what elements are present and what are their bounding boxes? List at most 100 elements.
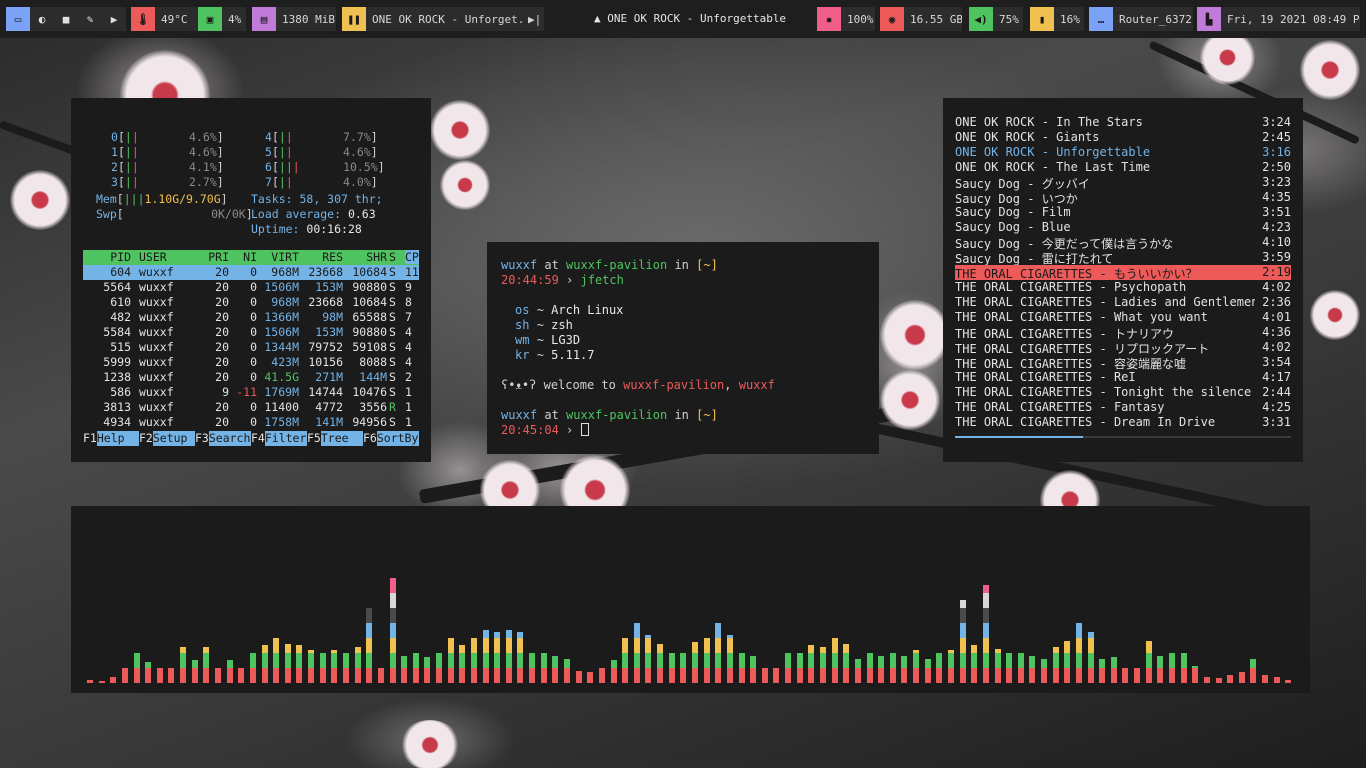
cpu-widget[interactable]: ▣ 4% [198, 7, 246, 31]
browser-icon[interactable]: ◐ [30, 7, 54, 31]
table-cell: 423M [271, 355, 299, 369]
visualizer-segment [645, 638, 651, 653]
track-item[interactable]: Saucy Dog - グッバイ 3:23 [955, 175, 1291, 191]
fkey-help-key[interactable]: F1 [83, 431, 97, 446]
visualizer-bar [773, 668, 779, 683]
text-cursor[interactable] [580, 423, 589, 436]
track-item[interactable]: THE ORAL CIGARETTES - Dream In Drive 3:31 [955, 415, 1291, 430]
clock-widget[interactable]: ▙ Fri, 19 2021 08:49 PM [1197, 7, 1360, 31]
fetch-line-os: os ~ Arch Linux [515, 303, 623, 317]
fkey-setup-label[interactable]: Setup [152, 431, 195, 446]
column-header-shr[interactable]: SHR [341, 250, 387, 264]
track-item[interactable]: Saucy Dog - Blue 4:23 [955, 220, 1291, 235]
track-item[interactable]: THE ORAL CIGARETTES - リプロックアート 4:02 [955, 340, 1291, 356]
visualizer-segment [645, 668, 651, 683]
column-header-virt[interactable]: VIRT [253, 250, 299, 264]
playback-progress-bar[interactable] [955, 436, 1291, 438]
visualizer-segment [564, 659, 570, 668]
visualizer-bar [145, 662, 151, 683]
track-item[interactable]: THE ORAL CIGARETTES - Ladies and Gentlem… [955, 295, 1291, 310]
track-item[interactable]: THE ORAL CIGARETTES - もういいかい？ 2:19 [955, 265, 1291, 281]
track-item[interactable]: ONE OK ROCK - In The Stars 3:24 [955, 115, 1291, 130]
column-header-s[interactable]: S [389, 250, 401, 264]
table-row[interactable]: 1238 wuxxf 20 0 41.5G 271M 144M S 2 [83, 370, 419, 385]
track-item[interactable]: Saucy Dog - 雷に打たれて 3:59 [955, 250, 1291, 266]
disk-widget[interactable]: ◉ 16.55 GB [880, 7, 962, 31]
battery-widget[interactable]: ▮ 16% [1030, 7, 1084, 31]
table-row[interactable]: 604 wuxxf 20 0 968M 23668 10684 S 11 [83, 265, 419, 280]
music-playlist-window[interactable]: ONE OK ROCK - In The Stars 3:24 ONE OK ROC… [943, 98, 1303, 462]
visualizer-segment [459, 653, 465, 668]
fkey-setup-key[interactable]: F2 [139, 431, 153, 446]
fkey-tree-label[interactable]: Tree [320, 431, 363, 446]
htop-window[interactable]: 0[|| 4.6%] 1[|| 4.6%] 2[|| 4.1%] 3[|| 2.7%] 4[||… [71, 98, 431, 462]
temperature-widget[interactable]: 🌡 49°C [131, 7, 201, 31]
table-row[interactable]: 4934 wuxxf 20 0 1758M 141M 94956 S 1 [83, 415, 419, 430]
column-header-res[interactable]: RES [303, 250, 343, 264]
wifi-widget[interactable]: … Router_6372 [1089, 7, 1193, 31]
table-row[interactable]: 5564 wuxxf 20 0 1506M 153M 90880 S 9 [83, 280, 419, 295]
visualizer-bar [1274, 677, 1280, 683]
track-item[interactable]: Saucy Dog - いつか 4:35 [955, 190, 1291, 206]
fkey-sortby-label[interactable]: SortBy [376, 431, 419, 446]
terminal-window[interactable]: wuxxf at wuxxf-pavilion in [~] 20:44:59 … [487, 242, 879, 454]
fkey-sortby-key[interactable]: F6 [363, 431, 377, 446]
table-row[interactable]: 515 wuxxf 20 0 1344M 79752 59108 S 4 [83, 340, 419, 355]
visualizer-segment [1029, 656, 1035, 668]
table-cell: 11400 [264, 400, 299, 414]
track-item[interactable]: THE ORAL CIGARETTES - Fantasy 4:25 [955, 400, 1291, 415]
column-header-user[interactable]: USER [139, 250, 199, 264]
table-cell: 4 [405, 355, 412, 369]
process-table-header[interactable]: PID USER PRI NI VIRT RES SHR S CP [83, 250, 419, 265]
music-widget[interactable]: ❚❚ ONE OK ROCK - Unforget... ▶| [342, 7, 544, 31]
fkey-tree-key[interactable]: F5 [307, 431, 321, 446]
pause-icon[interactable]: ❚❚ [342, 7, 366, 31]
volume-widget[interactable]: ◀) 75% [969, 7, 1023, 31]
fkey-help-label[interactable]: Help [96, 431, 139, 446]
visualizer-segment [285, 653, 291, 668]
next-icon[interactable]: ▶| [524, 7, 544, 31]
column-header-cp[interactable]: CP [405, 250, 419, 264]
visualizer-segment [448, 638, 454, 653]
track-item[interactable]: ONE OK ROCK - Unforgettable 3:16 [955, 145, 1291, 160]
youtube-icon[interactable]: ▶ [102, 7, 126, 31]
table-row[interactable]: 3813 wuxxf 20 0 11400 4772 3556 R 1 [83, 400, 419, 415]
track-item[interactable]: THE ORAL CIGARETTES - What you want 4:01 [955, 310, 1291, 325]
fkey-filter-key[interactable]: F4 [251, 431, 265, 446]
table-row[interactable]: 5999 wuxxf 20 0 423M 10156 8088 S 4 [83, 355, 419, 370]
terminal-icon[interactable]: ▭ [6, 7, 30, 31]
folder-icon[interactable]: ■ [54, 7, 78, 31]
fkey-filter-label[interactable]: Filter [264, 431, 307, 446]
track-item[interactable]: THE ORAL CIGARETTES - 容姿端麗な嘘 3:54 [955, 355, 1291, 371]
track-item[interactable]: Saucy Dog - Film 3:51 [955, 205, 1291, 220]
track-item[interactable]: THE ORAL CIGARETTES - Psychopath 4:02 [955, 280, 1291, 295]
column-header-pri[interactable]: PRI [201, 250, 229, 264]
visualizer-segment [552, 656, 558, 668]
table-cell: 1506M [264, 280, 299, 294]
track-item[interactable]: THE ORAL CIGARETTES - Tonight the silenc… [955, 385, 1291, 400]
column-header-pid[interactable]: PID [83, 250, 131, 264]
table-row[interactable]: 5584 wuxxf 20 0 1506M 153M 90880 S 4 [83, 325, 419, 340]
visualizer-bar [448, 638, 454, 683]
table-row[interactable]: 482 wuxxf 20 0 1366M 98M 65588 S 7 [83, 310, 419, 325]
fkey-search-key[interactable]: F3 [195, 431, 209, 446]
command-line-2[interactable]: 20:45:04 › [501, 423, 589, 437]
memory-widget[interactable]: ▤ 1380 MiB [252, 7, 336, 31]
track-item[interactable]: THE ORAL CIGARETTES - ReI 4:17 [955, 370, 1291, 385]
visualizer-segment [494, 653, 500, 668]
table-cell: 94956 [352, 415, 387, 429]
visualizer-bar [110, 677, 116, 683]
table-row[interactable]: 610 wuxxf 20 0 968M 23668 10684 S 8 [83, 295, 419, 310]
track-item[interactable]: ONE OK ROCK - Giants 2:45 [955, 130, 1291, 145]
brightness-widget[interactable]: ✹ 100% [817, 7, 875, 31]
table-cell: 10156 [308, 355, 343, 369]
track-item[interactable]: THE ORAL CIGARETTES - トナリアウ 4:36 [955, 325, 1291, 341]
editor-icon[interactable]: ✎ [78, 7, 102, 31]
temperature-value: 49°C [155, 7, 201, 31]
prompt-time: 20:45:04 [501, 423, 559, 437]
track-item[interactable]: Saucy Dog - 今更だって僕は言うかな 4:10 [955, 235, 1291, 251]
visualizer-segment [517, 638, 523, 653]
fkey-search-label[interactable]: Search [208, 431, 251, 446]
table-row[interactable]: 586 wuxxf 9 -11 1769M 14744 10476 S 1 [83, 385, 419, 400]
track-item[interactable]: ONE OK ROCK - The Last Time 2:50 [955, 160, 1291, 175]
